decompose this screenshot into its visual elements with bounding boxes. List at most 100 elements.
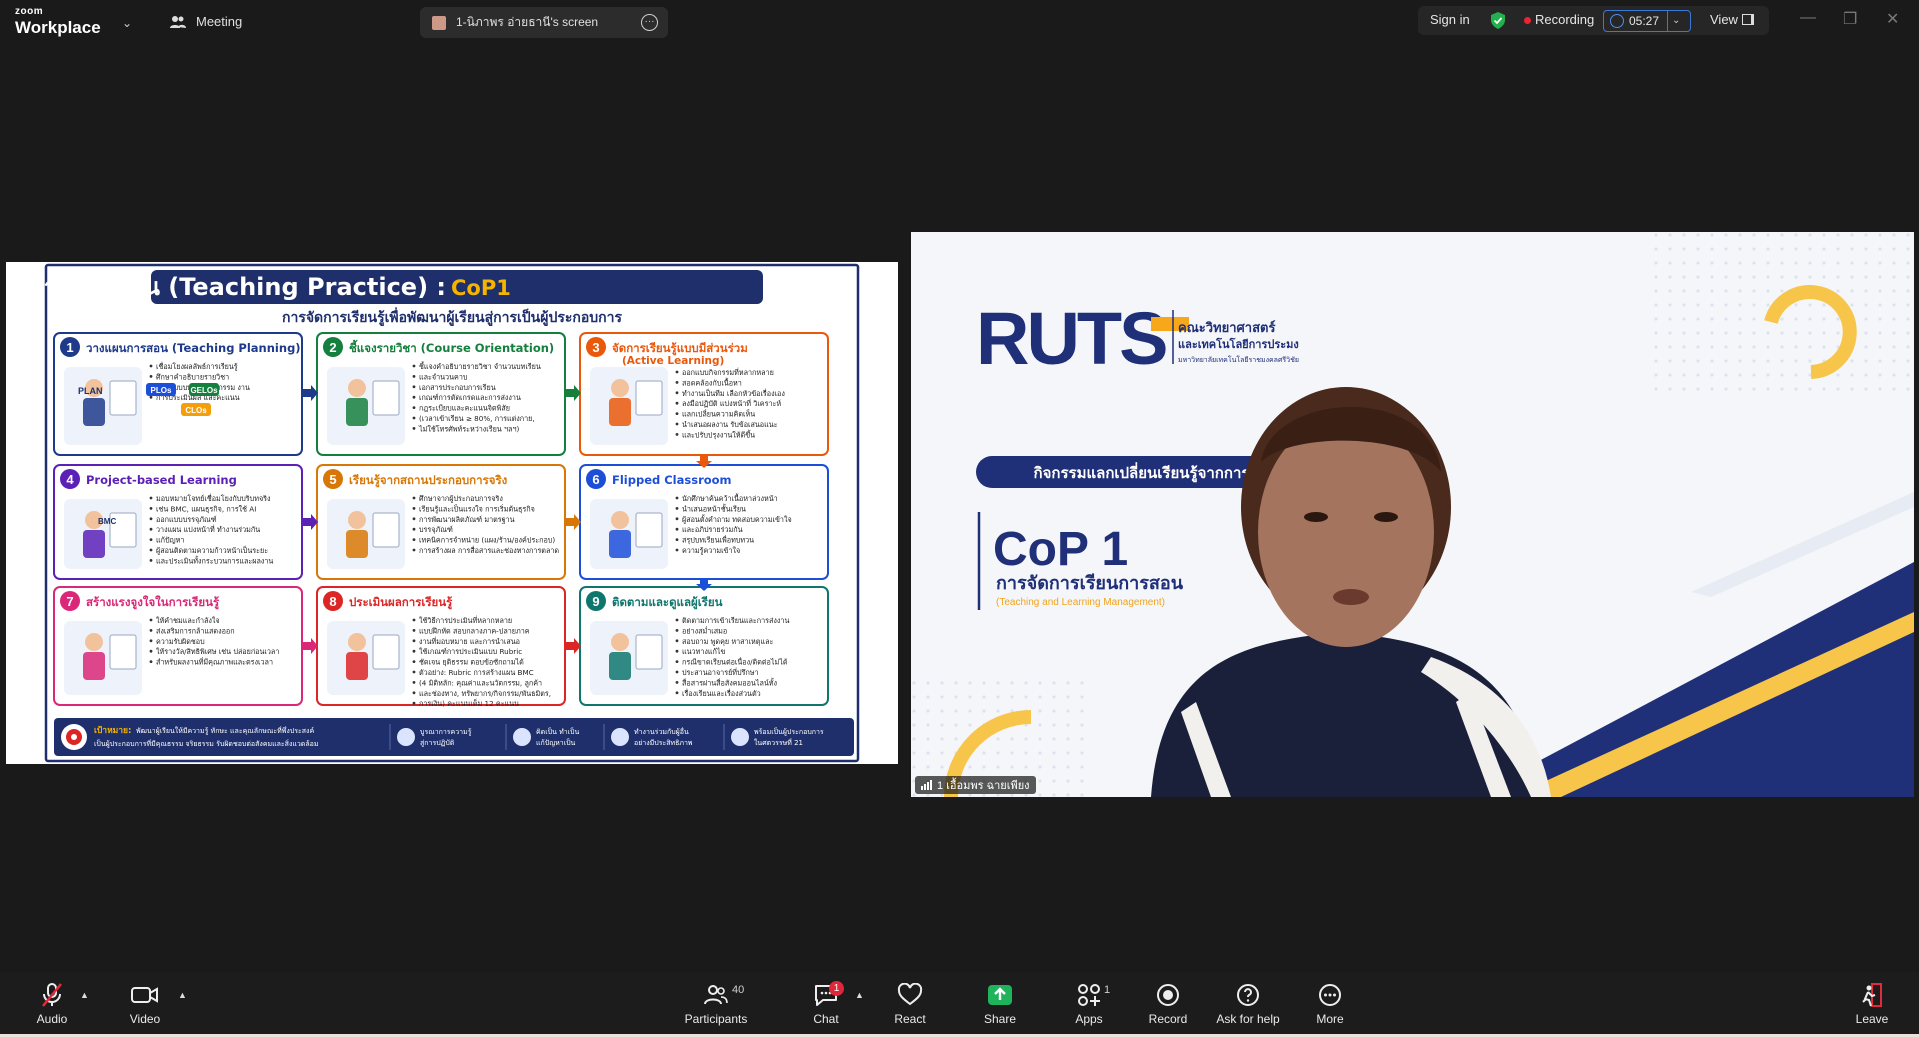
video-options-chevron-icon[interactable]: ▲ — [178, 990, 187, 1000]
bullet-dot — [149, 507, 153, 510]
bullet-dot — [412, 375, 416, 378]
card-illustration — [590, 621, 668, 695]
audio-button[interactable]: Audio — [12, 982, 92, 1026]
card-bullet: การพัฒนาผลิตภัณฑ์ มาตรฐาน — [419, 515, 515, 524]
view-button[interactable]: View — [1710, 12, 1738, 27]
bullet-dot — [412, 406, 416, 409]
bullet-dot — [412, 427, 416, 430]
footer-item-line1: คิดเป็น ทำเป็น — [536, 727, 579, 736]
bullet-dot — [412, 639, 416, 643]
minimize-icon[interactable]: — — [1800, 9, 1816, 27]
ask-for-help-button[interactable]: Ask for help — [1208, 982, 1288, 1026]
chat-button[interactable]: Chat — [786, 982, 866, 1026]
recording-status[interactable]: Recording — [1535, 12, 1594, 27]
card-number: 8 — [329, 594, 336, 609]
leave-label: Leave — [1855, 1012, 1889, 1026]
practice-card: 2 ชี้แจงรายวิชา (Course Orientation) ชี้แจ… — [316, 332, 566, 456]
audio-options-chevron-icon[interactable]: ▲ — [80, 990, 89, 1000]
bullet-dot — [149, 517, 153, 521]
card-bullet: ติดตามการเข้าเรียนและการส่งงาน — [682, 616, 789, 625]
chevron-down-icon[interactable]: ⌄ — [1667, 11, 1680, 31]
more-button[interactable]: More — [1290, 982, 1370, 1026]
bullet-dot — [149, 375, 153, 378]
meeting-timer[interactable]: 05:27 ⌄ — [1603, 10, 1691, 32]
bullet-dot — [675, 507, 679, 510]
bullet-dot — [412, 548, 416, 552]
card-title: ชี้แจงรายวิชา (Course Orientation) — [349, 339, 554, 355]
video-button[interactable]: Video — [105, 982, 185, 1026]
card-title: สร้างแรงจูงใจในการเรียนรู้ — [86, 595, 220, 610]
card-bullet: ทำงานเป็นทีม เลือกหัวข้อเรื่องเอง — [682, 388, 785, 398]
chat-unread-badge: 1 — [829, 981, 844, 996]
card-number: 5 — [329, 472, 336, 487]
leave-icon — [1862, 983, 1882, 1007]
bullet-dot — [149, 527, 153, 531]
bullet-dot — [675, 527, 679, 531]
card-bullet: เรื่องเรียนและเรื่องส่วนตัว — [682, 689, 761, 698]
shared-screen[interactable]: แนวปฏิบัติด้านการสอน (Teaching Practice)… — [6, 262, 898, 764]
bullet-dot — [149, 496, 153, 500]
card-illustration — [327, 621, 405, 695]
bullet-dot — [412, 538, 416, 541]
outcome-tag: GELOs — [190, 386, 218, 395]
cop-title: การจัดการเรียนการสอน — [996, 573, 1184, 594]
participant-video[interactable]: RUTS คณะวิทยาศาสตร์ และเทคโนโลยีการประมง… — [911, 232, 1914, 797]
card-bullet: สำหรับผลงานที่มีคุณภาพและตรงเวลา — [156, 658, 273, 667]
bullet-dot — [412, 691, 416, 695]
view-layout-icon[interactable] — [1742, 14, 1754, 25]
card-bullet: นักศึกษาค้นคว้าเนื้อหาล่วงหน้า — [682, 493, 778, 503]
card-bullet: สรุปบทเรียนเพื่อทบทวน — [682, 536, 754, 545]
slide-canvas: แนวปฏิบัติด้านการสอน (Teaching Practice)… — [6, 263, 860, 763]
card-title: ติดตามและดูแลผู้เรียน — [612, 595, 723, 610]
card-title: Flipped Classroom — [612, 473, 732, 487]
meeting-tab[interactable]: Meeting — [170, 14, 242, 29]
goal-text-2: เป็นผู้ประกอบการที่มีคุณธรรม จริยธรรม รั… — [94, 739, 318, 748]
react-button[interactable]: React — [870, 982, 950, 1026]
footer-item-line1: บูรณาการความรู้ — [420, 728, 472, 736]
maximize-icon[interactable]: ❐ — [1843, 9, 1857, 29]
meeting-tab-label: Meeting — [196, 14, 243, 29]
bullet-dot — [412, 507, 416, 510]
bullet-dot — [675, 681, 679, 684]
practice-card: 7 สร้างแรงจูงใจในการเรียนรู้ให้คำชมและกำล… — [53, 586, 303, 706]
zoom-logo[interactable]: zoom Workplace — [15, 7, 101, 37]
card-title: วางแผนการสอน (Teaching Planning) — [86, 341, 301, 355]
card-bullet: ให้คำชมและกำลังใจ — [156, 616, 220, 625]
card-bullet: ความรู้ความเข้าใจ — [682, 546, 740, 555]
record-label: Record — [1148, 1012, 1188, 1026]
chevron-down-icon[interactable]: ⌄ — [122, 16, 132, 30]
bullet-dot — [149, 660, 153, 663]
footer-item-icon — [397, 728, 415, 746]
screen-share-tab[interactable]: 1-นิภาพร อ่ายธานี's screen ··· — [420, 7, 668, 38]
slide-title-accent: CoP1 — [451, 276, 511, 300]
bullet-dot — [412, 364, 416, 368]
sign-in-button[interactable]: Sign in — [1430, 12, 1470, 27]
card-bullet: (เวลาเข้าเรียน ≥ 80%, การแต่งกาย, — [419, 414, 535, 423]
share-button[interactable]: Share — [960, 982, 1040, 1026]
card-bullet: ออกแบบกิจกรรมที่หลากหลาย — [682, 368, 774, 377]
practice-card: 5 เรียนรู้จากสถานประกอบการจริงศึกษาจากผู้… — [316, 464, 566, 580]
bullet-dot — [412, 527, 416, 531]
practice-card: 9 ติดตามและดูแลผู้เรียนติดตามการเข้าเรียน… — [579, 586, 829, 706]
leave-button[interactable]: Leave — [1832, 982, 1912, 1026]
shield-check-icon[interactable] — [1490, 12, 1506, 29]
card-bullet: ส่งเสริมการกล้าแสดงออก — [156, 626, 235, 635]
close-icon[interactable]: ✕ — [1886, 9, 1899, 29]
signal-icon — [921, 780, 932, 790]
bullet-dot — [675, 391, 679, 395]
card-title-2: (Active Learning) — [622, 355, 724, 367]
footer-item-line2: อย่างมีประสิทธิภาพ — [634, 739, 693, 747]
goal-text: พัฒนาผู้เรียนให้มีความรู้ ทักษะ และคุณลั… — [136, 726, 314, 735]
card-bullet: ลงมือปฏิบัติ แบ่งหน้าที่ วิเคราะห์ — [682, 399, 781, 408]
record-button[interactable]: Record — [1128, 982, 1208, 1026]
more-options-icon[interactable]: ··· — [641, 14, 658, 31]
apps-button[interactable]: Apps — [1049, 982, 1129, 1026]
card-bullet: ผู้สอนติดตามความก้าวหน้าเป็นระยะ — [156, 545, 268, 555]
card-bullet: และช่องทาง, ทรัพยากร/กิจกรรม/พันธมิตร, — [419, 689, 551, 698]
chat-options-chevron-icon[interactable]: ▲ — [855, 990, 864, 1000]
card-bullet: ศึกษาคำอธิบายรายวิชา — [156, 372, 229, 381]
video-label: Video — [129, 1012, 161, 1026]
footer-item-icon — [513, 728, 531, 746]
card-bullet: ใช้วิธีการประเมินที่หลากหลาย — [419, 616, 512, 625]
bullet-dot — [412, 629, 416, 632]
